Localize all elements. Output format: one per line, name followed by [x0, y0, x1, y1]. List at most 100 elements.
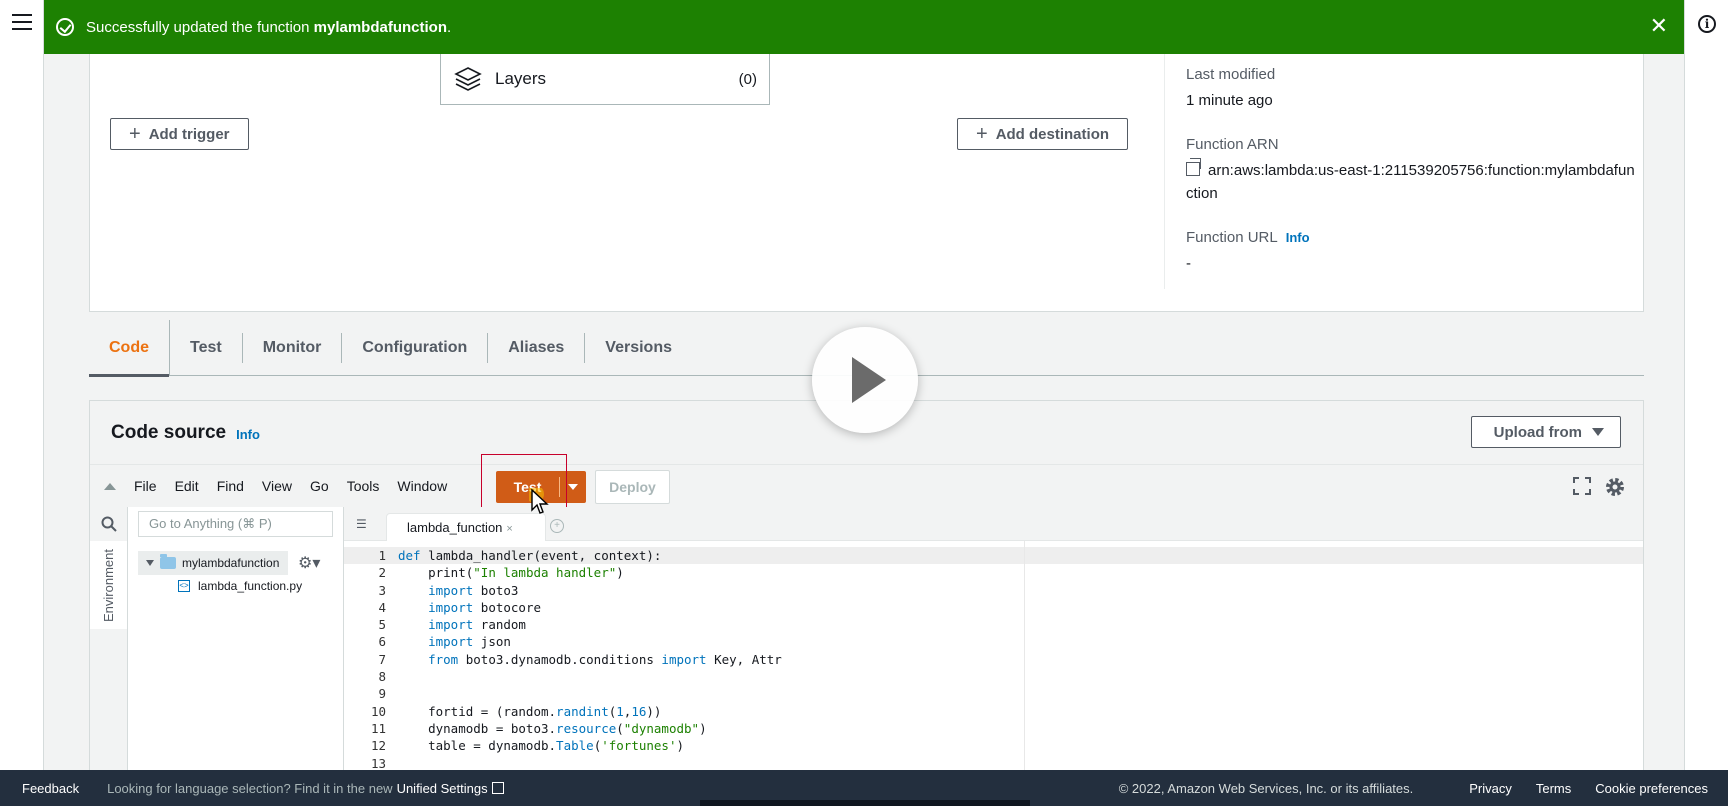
external-link-icon [491, 782, 504, 794]
layers-box[interactable]: Layers (0) [440, 54, 770, 105]
code-line[interactable]: import random [398, 616, 782, 633]
feedback-link[interactable]: Feedback [22, 781, 79, 796]
tab-monitor[interactable]: Monitor [243, 332, 343, 363]
menu-find[interactable]: Find [217, 478, 244, 494]
caret-down-icon[interactable] [568, 484, 578, 490]
function-metadata: Last modified 1 minute ago Function ARN … [1186, 66, 1636, 299]
add-trigger-button[interactable]: + Add trigger [110, 118, 249, 150]
play-icon[interactable] [812, 327, 918, 433]
editor-tab-label: lambda_function [407, 520, 503, 535]
code-line[interactable]: from boto3.dynamodb.conditions import Ke… [398, 651, 782, 668]
line-number: 7 [378, 651, 386, 667]
gear-icon[interactable] [1603, 475, 1627, 499]
code-line[interactable]: fortid = (random.randint(1,16)) [398, 703, 782, 720]
unified-settings-link[interactable]: Unified Settings [397, 781, 488, 796]
add-destination-button[interactable]: + Add destination [957, 118, 1129, 150]
info-icon[interactable]: i [1698, 15, 1716, 33]
tab-test[interactable]: Test [170, 332, 243, 363]
copy-icon[interactable] [1186, 158, 1201, 176]
tree-folder-mylambdafunction[interactable]: mylambdafunction [138, 551, 288, 575]
tab-versions[interactable]: Versions [585, 333, 692, 363]
menu-view[interactable]: View [262, 478, 292, 494]
menu-tools[interactable]: Tools [347, 478, 380, 494]
code-line[interactable]: dynamodb = boto3.resource("dynamodb") [398, 720, 782, 737]
python-file-icon: <> [178, 580, 190, 592]
tab-configuration[interactable]: Configuration [342, 332, 489, 363]
line-number: 8 [378, 669, 386, 685]
code-lines[interactable]: def lambda_handler(event, context): prin… [398, 547, 782, 772]
code-line[interactable]: print("In lambda handler") [398, 564, 782, 581]
cookie-preferences-link[interactable]: Cookie preferences [1595, 781, 1708, 796]
line-number: 10 [370, 703, 386, 719]
flash-message: Successfully updated the function mylamb… [86, 18, 452, 36]
print-margin [1024, 541, 1025, 771]
code-line[interactable]: import boto3 [398, 582, 782, 599]
terms-link[interactable]: Terms [1536, 781, 1571, 796]
code-source-info-link[interactable]: Info [236, 427, 260, 442]
line-number: 6 [378, 634, 386, 650]
code-line[interactable] [398, 668, 782, 685]
menu-window[interactable]: Window [397, 478, 447, 494]
success-flash-banner: Successfully updated the function mylamb… [44, 0, 1684, 54]
search-icon[interactable] [90, 507, 128, 541]
layers-icon [454, 67, 482, 91]
code-line[interactable]: import botocore [398, 599, 782, 616]
overview-divider [1164, 54, 1165, 289]
code-editor: ☰ lambda_function × + 1 2 3 4 5 6 7 8 9 10 11 12 13 d… [344, 507, 1643, 771]
tab-aliases[interactable]: Aliases [488, 332, 586, 363]
line-number: 4 [378, 599, 386, 615]
function-arn-key: Function ARN [1186, 136, 1279, 153]
function-url-value: - [1186, 255, 1191, 272]
close-icon[interactable]: × [506, 523, 512, 535]
caret-down-icon [1592, 428, 1604, 436]
folder-icon [160, 554, 176, 569]
function-url-info-link[interactable]: Info [1286, 230, 1310, 245]
close-icon[interactable]: ✕ [1650, 14, 1668, 38]
menu-file[interactable]: File [134, 478, 157, 494]
right-help-rail: i [1684, 0, 1728, 770]
environment-tab[interactable]: Environment [90, 541, 127, 629]
plus-icon: + [129, 123, 141, 145]
function-url-key: Function URL Info [1186, 229, 1310, 246]
file-tree: Go to Anything (⌘ P) mylambdafunction ⚙▾… [128, 507, 344, 771]
expand-arrow-icon[interactable] [146, 560, 154, 566]
footer-dark-bar [700, 800, 1030, 806]
menu-go[interactable]: Go [310, 478, 329, 494]
fullscreen-icon[interactable] [1573, 477, 1591, 495]
deploy-button[interactable]: Deploy [595, 470, 670, 504]
check-circle-icon [56, 18, 74, 36]
gear-icon[interactable]: ⚙▾ [298, 553, 320, 573]
footer-right: © 2022, Amazon Web Services, Inc. or its… [1119, 770, 1708, 806]
code-line[interactable]: def lambda_handler(event, context): [398, 547, 782, 564]
code-source-title: Code source [111, 421, 227, 443]
layers-count: (0) [738, 70, 757, 88]
list-icon[interactable]: ☰ [356, 517, 367, 531]
editor-tab-bar: ☰ lambda_function × + [344, 507, 1643, 541]
code-line[interactable]: import json [398, 633, 782, 650]
menu-edit[interactable]: Edit [175, 478, 199, 494]
test-button-label: Test [496, 477, 560, 497]
copyright-text: © 2022, Amazon Web Services, Inc. or its… [1118, 780, 1414, 796]
goto-anything-input[interactable]: Go to Anything (⌘ P) [138, 511, 333, 537]
editor-tab-lambda-function[interactable]: lambda_function × [386, 513, 546, 541]
code-line[interactable] [398, 685, 782, 702]
layers-label: Layers [495, 69, 547, 88]
environment-tab-label: Environment [100, 548, 116, 622]
code-source-panel: Code source Info Upload from File Edit F… [89, 400, 1644, 771]
ide-menu-bar: File Edit Find View Go Tools Window Test… [90, 454, 1643, 530]
collapse-triangle-icon[interactable] [104, 482, 116, 490]
tab-code[interactable]: Code [89, 319, 170, 377]
test-button[interactable]: Test [496, 471, 586, 503]
tree-file-lambda-function[interactable]: <> lambda_function.py [178, 579, 302, 593]
ide-body: Environment Go to Anything (⌘ P) mylambd… [90, 507, 1643, 771]
code-line[interactable]: table = dynamodb.Table('fortunes') [398, 737, 782, 754]
menu-icon[interactable] [12, 14, 32, 30]
line-number: 11 [370, 720, 386, 736]
add-tab-icon[interactable]: + [550, 519, 564, 533]
upload-from-button[interactable]: Upload from [1470, 416, 1621, 448]
privacy-link[interactable]: Privacy [1469, 781, 1512, 796]
last-modified-key: Last modified [1186, 66, 1276, 83]
code-area[interactable]: 1 2 3 4 5 6 7 8 9 10 11 12 13 def lambda_handler(eve… [344, 541, 1643, 771]
add-trigger-label: Add trigger [148, 125, 230, 143]
plus-icon: + [976, 123, 988, 145]
